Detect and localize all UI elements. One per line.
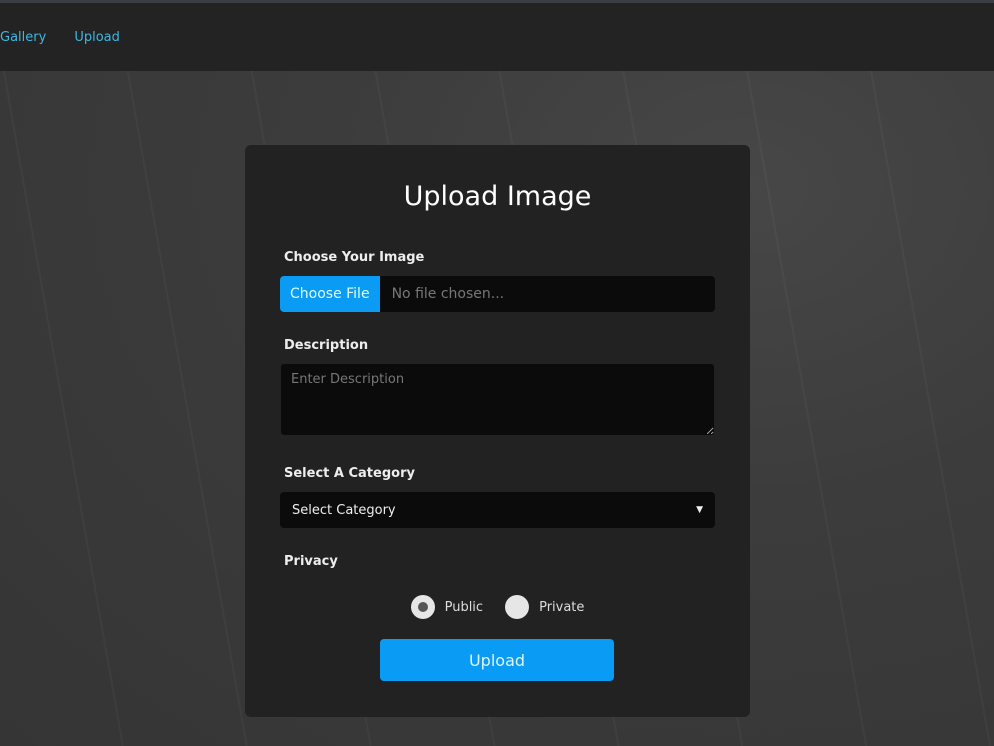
description-label: Description — [284, 338, 369, 353]
nav-upload-link[interactable]: Upload — [74, 30, 120, 45]
radio-public-label: Public — [444, 599, 484, 615]
choose-file-button[interactable]: Choose File — [280, 276, 380, 312]
description-input[interactable] — [280, 363, 715, 436]
category-selected: Select Category — [292, 502, 396, 518]
nav-gallery-link[interactable]: Gallery — [0, 30, 46, 45]
radio-unchecked-icon[interactable] — [505, 595, 530, 619]
file-status: No file chosen... — [391, 286, 505, 302]
upload-button[interactable]: Upload — [380, 639, 614, 681]
chevron-down-icon: ▼ — [696, 505, 703, 515]
page-title: Upload Image — [403, 181, 592, 212]
radio-public[interactable]: Public — [410, 595, 484, 619]
privacy-radio-group: Public Private — [245, 595, 750, 619]
category-select[interactable]: Select Category ▼ — [280, 492, 715, 528]
upload-form-card: Upload Image Choose Your Image Choose Fi… — [245, 145, 750, 717]
radio-private-label: Private — [539, 599, 585, 615]
navbar: Gallery Upload — [0, 3, 994, 71]
file-input[interactable]: Choose File No file chosen... — [280, 276, 715, 312]
radio-private[interactable]: Private — [505, 595, 584, 619]
image-label: Choose Your Image — [284, 250, 425, 265]
radio-checked-icon[interactable] — [410, 595, 435, 619]
privacy-label: Privacy — [284, 554, 338, 569]
category-label: Select A Category — [284, 466, 415, 481]
